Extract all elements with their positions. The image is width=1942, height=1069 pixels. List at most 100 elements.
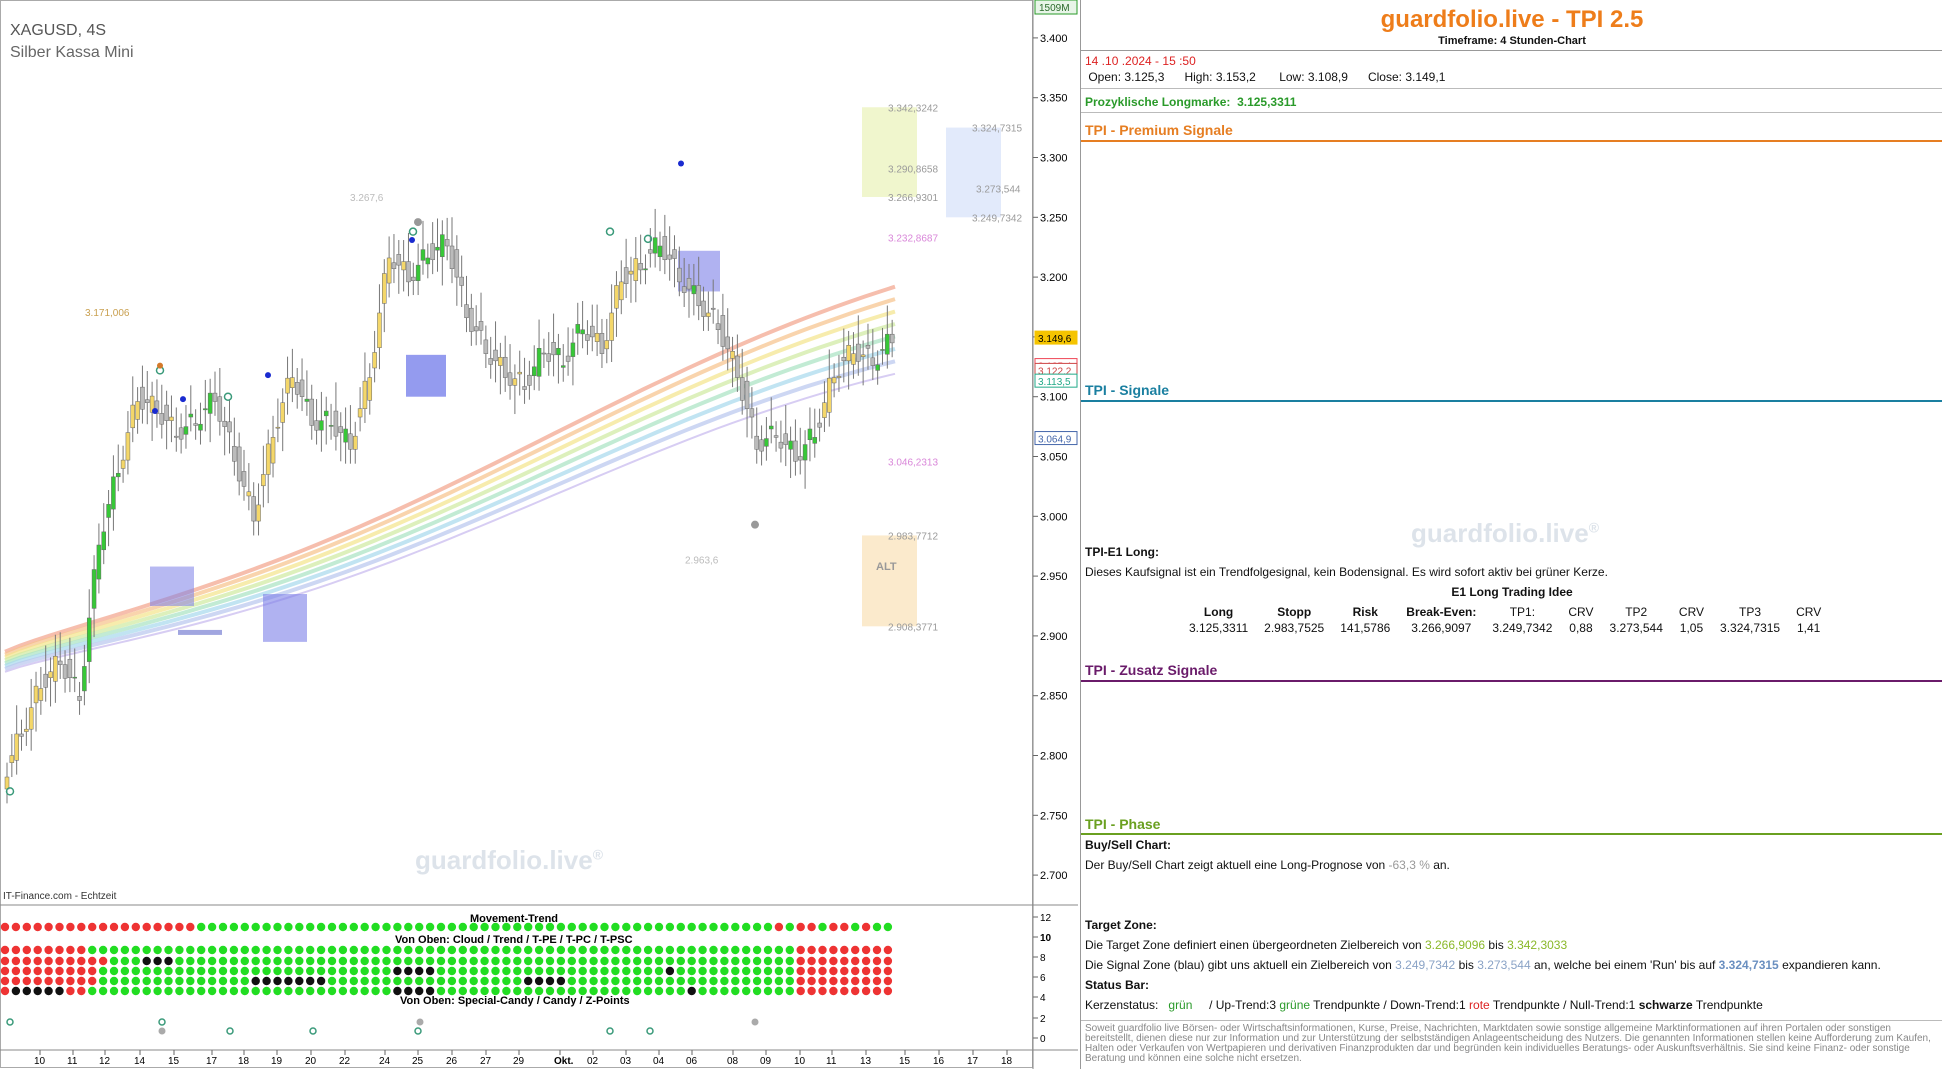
trend-dot (524, 922, 533, 932)
e1-value-cell: 1,41 (1796, 621, 1821, 635)
trend-dot (742, 945, 751, 955)
trend-dot (698, 976, 707, 986)
trend-dot (295, 945, 304, 955)
trend-dot (11, 922, 21, 932)
trend-dot (589, 966, 598, 976)
candle (880, 349, 885, 351)
indicator-tick-label: 2 (1040, 1014, 1046, 1025)
trend-dot (752, 922, 762, 932)
indicator-tick-label: 6 (1040, 973, 1046, 984)
trend-dot (273, 956, 282, 966)
trend-dot (316, 922, 326, 932)
trend-dot (534, 945, 544, 955)
trend-dot (338, 986, 348, 996)
chart-area[interactable]: 3.4003.3503.3003.2503.2003.1503.1003.050… (0, 0, 1078, 1069)
candle (817, 422, 822, 428)
candle (677, 267, 682, 283)
candle (875, 364, 880, 371)
section-line-zusatz (1081, 680, 1942, 682)
trend-dot (88, 986, 97, 996)
trend-dot (752, 945, 762, 955)
trend-dot (33, 966, 42, 976)
x-tick-label: 15 (168, 1056, 180, 1067)
trend-dot (480, 956, 489, 966)
trend-dot (120, 976, 130, 986)
candle (382, 273, 387, 304)
candle (691, 285, 697, 295)
trend-dot (643, 945, 653, 955)
zone-label: 2.983,7712 (888, 531, 938, 542)
chart-instrument-name: Silber Kassa Mini (10, 44, 134, 61)
z-point-marker (678, 160, 684, 167)
trend-dot (11, 966, 21, 976)
section-line-signale (1081, 400, 1942, 402)
candle (802, 444, 808, 461)
trend-dot (120, 966, 130, 976)
e1-table-values: 3.125,3311 2.983,7525 141,5786 3.266,9097 3.… (1181, 620, 1829, 636)
candle (19, 733, 24, 737)
trend-dot (665, 986, 675, 996)
trend-dot (131, 945, 140, 955)
trend-dot (567, 956, 576, 966)
x-tick-label: 13 (860, 1056, 872, 1067)
section-phase: TPI - Phase (1085, 816, 1161, 832)
candle (807, 428, 813, 441)
candle (889, 333, 895, 344)
trend-dot (404, 986, 413, 996)
trend-dot (425, 966, 435, 976)
price-label: 3.113,5 (1038, 377, 1071, 388)
candle (28, 707, 34, 730)
candy-marker (5, 787, 15, 796)
trend-dot (44, 976, 53, 986)
trend-dot (44, 922, 53, 932)
trend-dot (284, 976, 293, 986)
trend-dot (665, 945, 675, 955)
x-tick-label: 14 (134, 1056, 146, 1067)
trend-dot (55, 986, 64, 996)
trend-dot (556, 922, 566, 932)
trend-dot (44, 945, 53, 955)
trend-dot (306, 976, 315, 986)
trend-dot (98, 986, 108, 996)
trend-dot (545, 956, 555, 966)
e1-header-cell: Risk (1352, 605, 1378, 619)
trend-dot (382, 966, 391, 976)
candle (343, 428, 348, 443)
trend-dot (186, 945, 195, 955)
trend-dot (883, 976, 893, 986)
price-chart[interactable]: 3.4003.3503.3003.2503.2003.1503.1003.050… (0, 0, 1078, 1069)
e1-header-cell: CRV (1796, 605, 1822, 619)
trend-dot (327, 956, 337, 966)
trend-dot (218, 956, 228, 966)
trend-dot (861, 956, 871, 966)
candle (338, 426, 343, 433)
trend-dot (142, 922, 151, 932)
trend-dot (88, 966, 97, 976)
trend-dot (861, 976, 871, 986)
trend-dot (207, 922, 217, 932)
trend-dot (0, 986, 10, 996)
trend-dot (524, 976, 533, 986)
y-tick-label: 3.400 (1040, 33, 1068, 45)
candle (846, 345, 851, 362)
candle (357, 408, 363, 418)
trend-dot (622, 956, 631, 966)
e1-header-cell: CRV (1568, 605, 1594, 619)
zone-label: 2.963,6 (685, 555, 719, 566)
candy-marker (408, 227, 418, 236)
trend-dot (720, 922, 729, 932)
trend-dot (0, 945, 10, 955)
candle (401, 261, 406, 271)
panel-watermark: guardfolio.live® (1411, 518, 1600, 548)
e1-header-cell: TP2 (1625, 605, 1648, 619)
zone-label: 3.273,544 (976, 185, 1021, 196)
trend-dot (600, 956, 609, 966)
trend-dot (513, 986, 522, 996)
trend-dot (545, 945, 555, 955)
candle (541, 352, 547, 355)
trend-dot (393, 986, 402, 996)
trend-dot (360, 956, 369, 966)
candle (594, 333, 600, 342)
trend-dot (818, 966, 827, 976)
trend-dot (742, 976, 751, 986)
